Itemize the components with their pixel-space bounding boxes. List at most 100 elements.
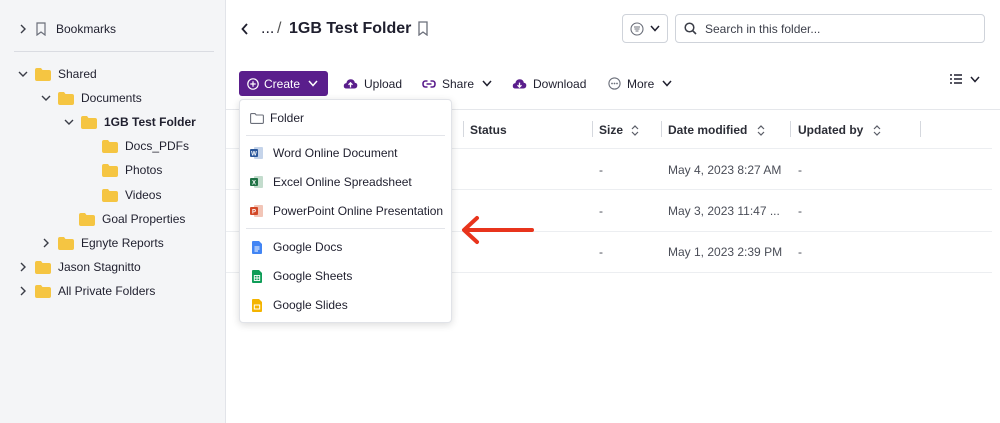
bookmark-icon — [36, 22, 46, 36]
google-slides-icon — [250, 298, 263, 313]
folder-icon — [102, 139, 118, 153]
column-divider[interactable] — [920, 121, 921, 137]
menu-item-label: Google Docs — [273, 240, 343, 254]
folder-icon — [35, 284, 51, 298]
link-icon — [422, 79, 436, 88]
more-horizontal-icon — [608, 77, 621, 90]
chevron-right-icon[interactable] — [17, 23, 29, 35]
menu-item-label: Excel Online Spreadsheet — [273, 175, 412, 189]
tree-item-documents[interactable]: Documents — [40, 87, 142, 109]
menu-item-label: Folder — [270, 111, 305, 125]
chevron-down-icon[interactable] — [63, 116, 75, 128]
folder-icon — [79, 212, 95, 226]
column-header-label: Size — [599, 123, 624, 137]
menu-item-excel-online[interactable]: X Excel Online Spreadsheet — [240, 169, 451, 195]
chevron-left-icon — [241, 23, 248, 35]
chevron-right-icon[interactable] — [17, 261, 29, 273]
tree-item-photos[interactable]: Photos — [102, 159, 162, 181]
share-button-label: Share — [442, 76, 475, 91]
bookmark-folder-button[interactable] — [417, 21, 431, 37]
chevron-right-icon[interactable] — [17, 285, 29, 297]
create-button-label: Create — [264, 76, 301, 91]
column-header-status[interactable]: Status — [470, 120, 507, 140]
cell-size: - — [599, 204, 603, 218]
cloud-download-icon — [512, 78, 527, 88]
column-divider[interactable] — [463, 121, 464, 137]
column-header-size[interactable]: Size — [599, 120, 639, 140]
upload-button[interactable]: Upload — [343, 72, 402, 95]
menu-item-google-slides[interactable]: Google Slides — [240, 292, 451, 318]
tree-item-label: All Private Folders — [58, 284, 156, 298]
folder-outline-icon — [250, 111, 264, 126]
download-button-label: Download — [533, 76, 587, 91]
tree-item-all-private-folders[interactable]: All Private Folders — [17, 280, 155, 302]
sort-icon — [631, 124, 639, 136]
column-header-date-modified[interactable]: Date modified — [668, 120, 765, 140]
more-button[interactable]: More — [608, 72, 672, 95]
menu-divider — [246, 228, 445, 229]
menu-item-google-docs[interactable]: Google Docs — [240, 234, 451, 260]
folder-icon — [35, 260, 51, 274]
folder-icon — [58, 236, 74, 250]
tree-item-label: Videos — [125, 188, 162, 202]
menu-item-folder[interactable]: Folder — [240, 105, 451, 131]
column-divider[interactable] — [661, 121, 662, 137]
tree-item-goal-properties[interactable]: Goal Properties — [79, 208, 185, 230]
chevron-down-icon[interactable] — [40, 92, 52, 104]
svg-text:W: W — [251, 152, 257, 158]
tree-item-shared[interactable]: Shared — [17, 63, 97, 85]
share-button[interactable]: Share — [422, 72, 492, 95]
tree-item-jason-stagnitto[interactable]: Jason Stagnitto — [17, 256, 141, 278]
sidebar-item-label: Bookmarks — [56, 22, 117, 36]
breadcrumb-ellipsis[interactable]: ... — [261, 19, 274, 39]
cell-size: - — [599, 245, 603, 259]
tree-item-videos[interactable]: Videos — [102, 184, 161, 206]
menu-item-powerpoint-online[interactable]: P PowerPoint Online Presentation — [240, 198, 451, 224]
cell-updated-by: - — [798, 204, 802, 218]
tree-item-docs-pdfs[interactable]: Docs_PDFs — [102, 135, 189, 157]
column-header-updated-by[interactable]: Updated by — [798, 120, 881, 140]
chevron-down-icon — [308, 80, 318, 87]
chevron-right-icon[interactable] — [40, 237, 52, 249]
download-button[interactable]: Download — [512, 72, 586, 95]
menu-divider — [246, 135, 445, 136]
search-input[interactable] — [705, 21, 965, 36]
search-field[interactable] — [675, 14, 985, 43]
folder-icon — [102, 163, 118, 177]
annotation-arrow-icon — [462, 216, 534, 244]
column-header-label: Date modified — [668, 123, 748, 137]
menu-item-label: Word Online Document — [273, 146, 398, 160]
menu-item-label: PowerPoint Online Presentation — [273, 204, 444, 218]
menu-item-google-sheets[interactable]: Google Sheets — [240, 263, 451, 289]
view-options-dropdown[interactable] — [622, 14, 668, 43]
list-view-dropdown[interactable] — [950, 74, 980, 84]
tree-item-1gb-test-folder[interactable]: 1GB Test Folder — [63, 111, 196, 133]
more-button-label: More — [627, 76, 655, 91]
tree-item-label: Jason Stagnitto — [58, 260, 141, 274]
tree-item-egnyte-reports[interactable]: Egnyte Reports — [40, 232, 164, 254]
filter-icon — [630, 21, 644, 36]
create-button[interactable]: Create — [239, 71, 328, 96]
bookmark-icon — [418, 21, 428, 37]
tree-item-label: 1GB Test Folder — [104, 115, 196, 129]
cell-date-modified: May 3, 2023 11:47 ... — [668, 204, 780, 218]
page-title: 1GB Test Folder — [289, 20, 412, 37]
sidebar-item-bookmarks[interactable]: Bookmarks — [17, 18, 116, 40]
menu-item-word-online[interactable]: W Word Online Document — [240, 140, 451, 166]
chevron-down-icon — [482, 80, 492, 87]
svg-text:P: P — [252, 210, 256, 216]
folder-icon — [58, 91, 74, 105]
chevron-down-icon — [662, 80, 672, 87]
word-icon: W — [250, 146, 263, 161]
cell-size: - — [599, 163, 603, 177]
column-divider[interactable] — [592, 121, 593, 137]
chevron-down-icon[interactable] — [17, 68, 29, 80]
tree-item-label: Documents — [81, 91, 142, 105]
column-divider[interactable] — [790, 121, 791, 137]
chevron-down-icon — [650, 25, 660, 32]
sort-icon — [757, 124, 765, 136]
cell-date-modified: May 1, 2023 2:39 PM — [668, 245, 783, 259]
back-button[interactable] — [238, 20, 252, 38]
plus-circle-icon — [247, 77, 259, 90]
upload-button-label: Upload — [364, 76, 403, 91]
